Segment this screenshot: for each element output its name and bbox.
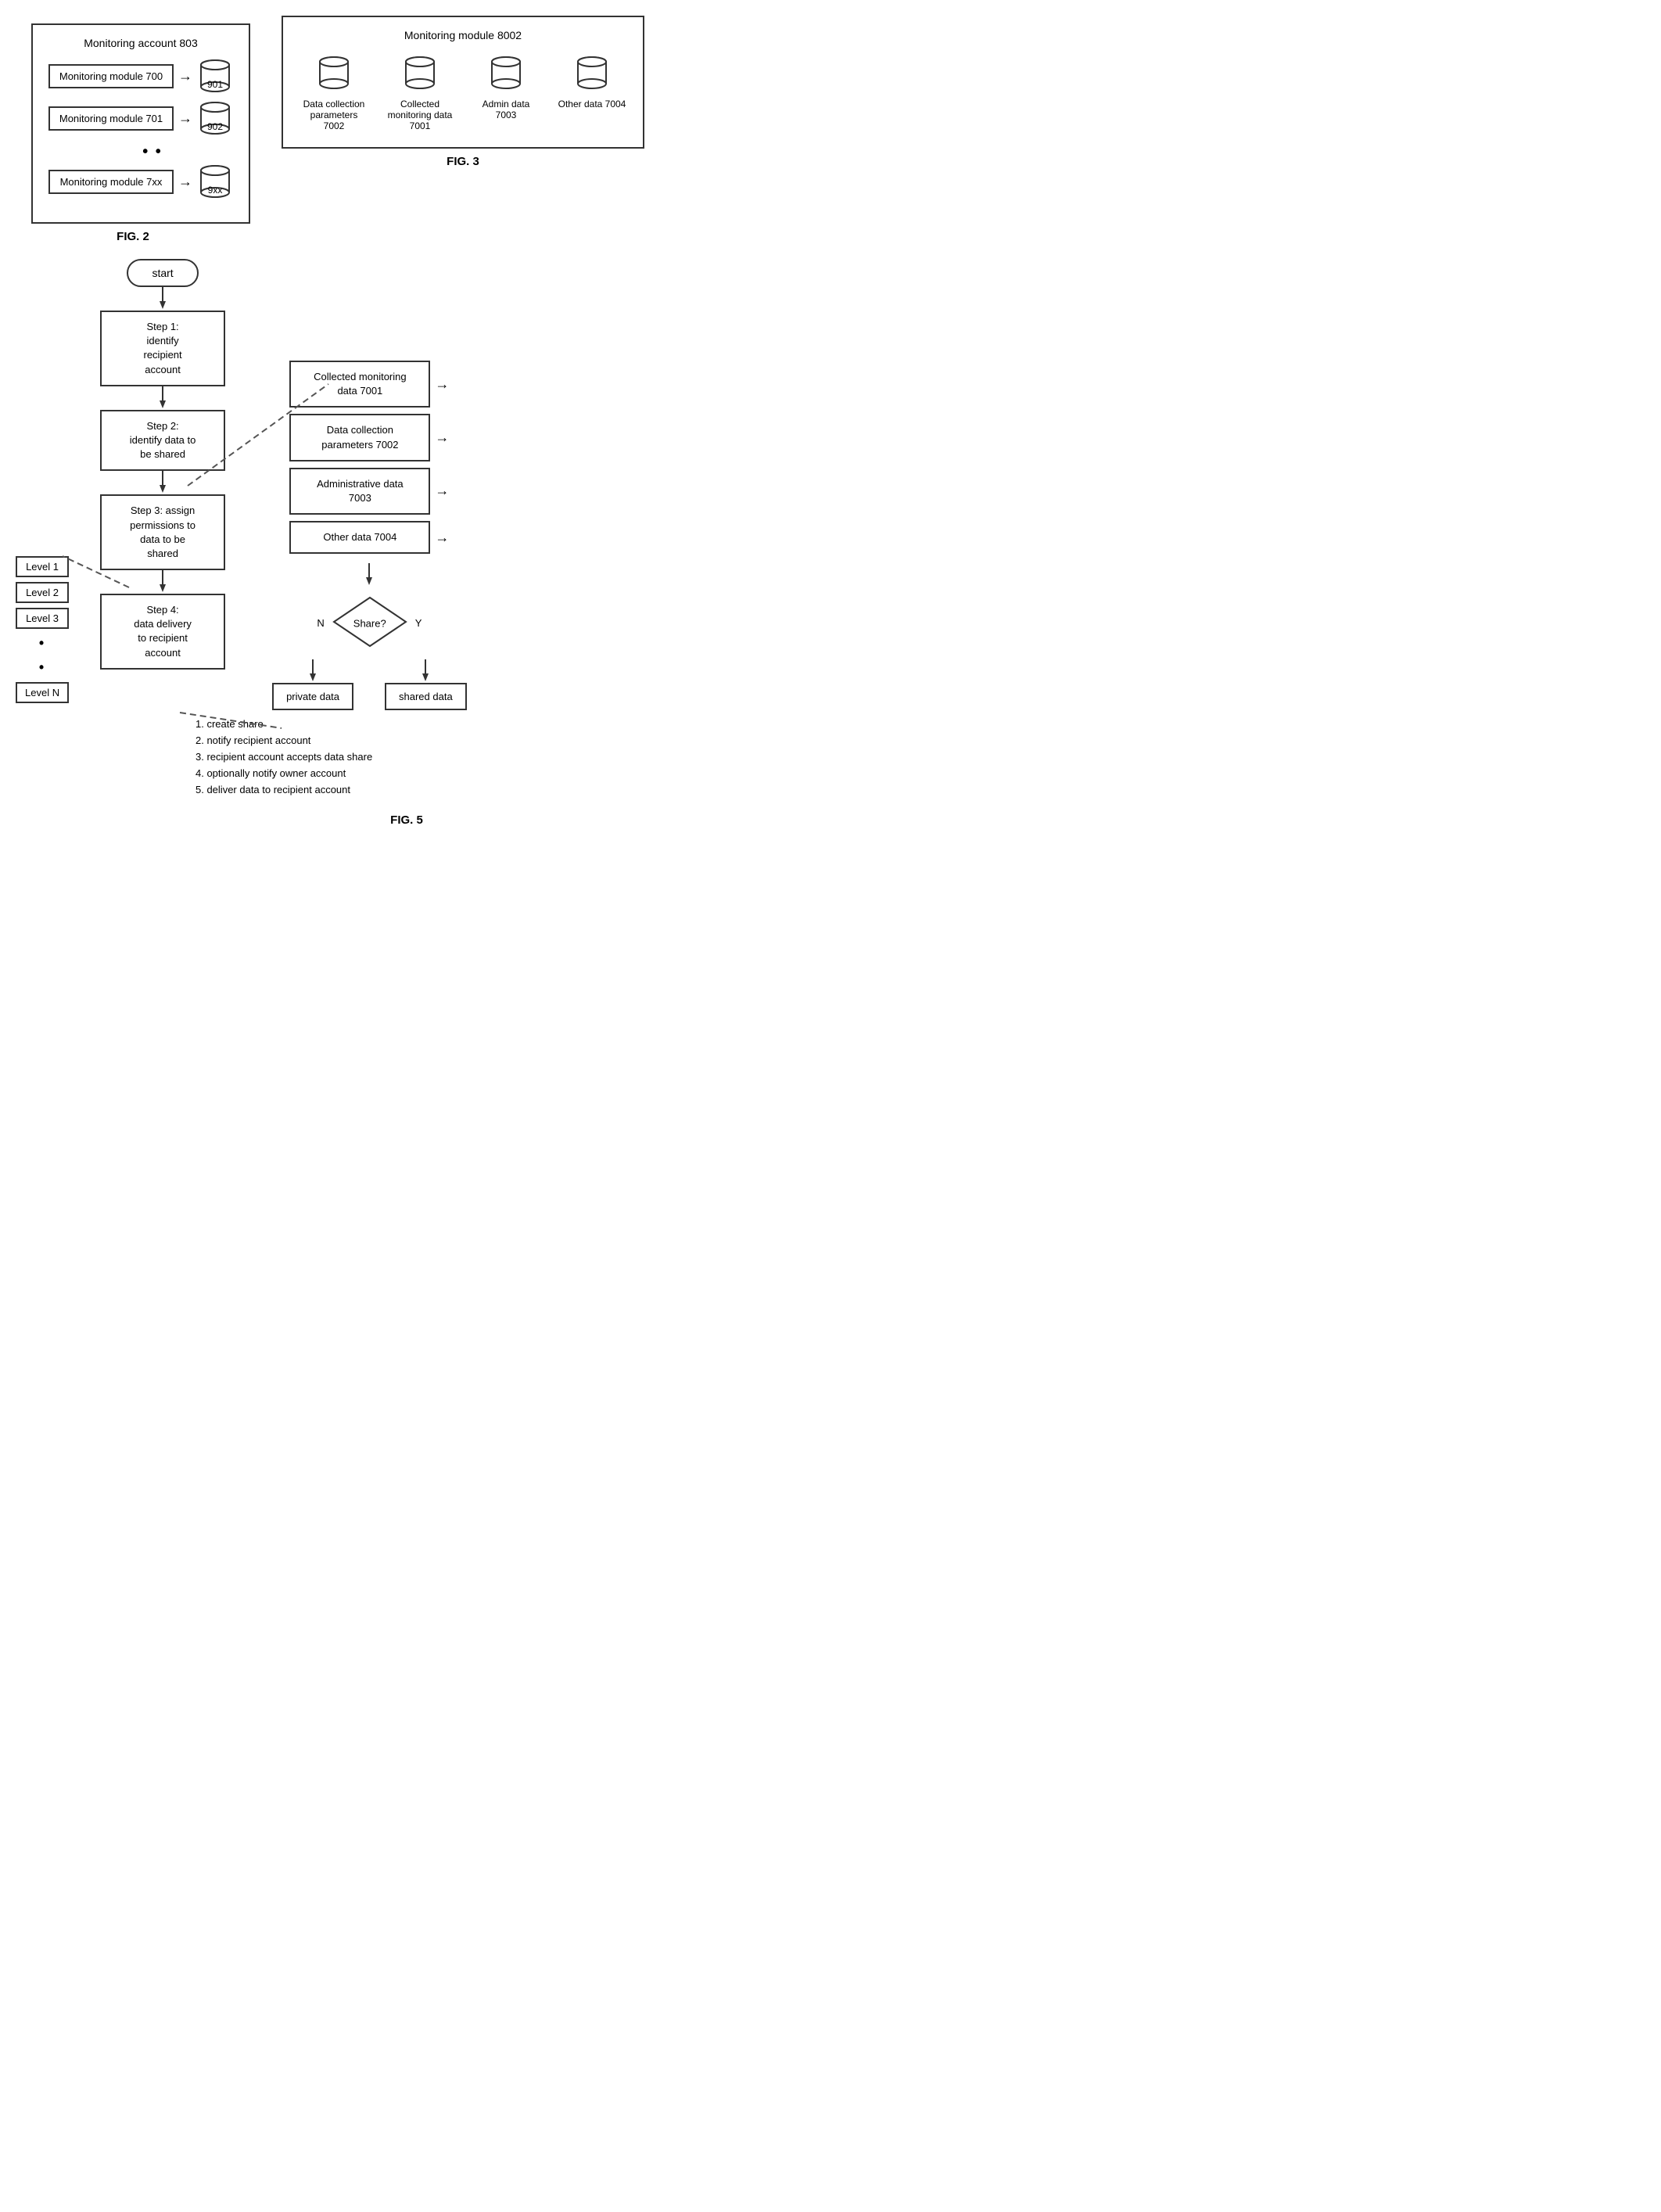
fig3-item-0: Data collection parameters 7002 (299, 56, 369, 131)
module-row-0: Monitoring module 700→ 901 (48, 59, 233, 93)
fig3-label: FIG. 3 (282, 155, 644, 168)
fig3-item-label-0: Data collection parameters 7002 (299, 99, 369, 131)
n-label: N (317, 617, 324, 629)
data-type-row-0: Collected monitoring data 7001 → (289, 361, 449, 408)
module-box-1: Monitoring module 701 (48, 106, 174, 131)
data-type-box-2: Administrative data 7003 (289, 468, 430, 515)
fig2-section: Monitoring account 803 Monitoring module… (16, 16, 250, 243)
module-box-2: Monitoring module 7xx (48, 170, 174, 194)
levels-column: Level 1 Level 2 Level 3 • • Level N (16, 556, 69, 703)
levels-dots: • (16, 635, 69, 652)
fig2-label: FIG. 2 (16, 230, 250, 243)
fig3-cylinder-0 (316, 56, 352, 92)
center-flow: start Step 1: identify recipient account… (100, 259, 225, 670)
step4-box: Step 4: data delivery to recipient accou… (100, 594, 225, 670)
cylinder-9xx: 9xx (197, 164, 233, 199)
outcomes-row: private data shared data (272, 659, 467, 710)
step2-box: Step 2: identify data to be shared (100, 410, 225, 472)
fig3-title: Monitoring module 8002 (299, 29, 627, 41)
diamond-container: N Share? Y (317, 594, 422, 652)
data-type-row-2: Administrative data 7003 → (289, 468, 449, 515)
fig3-items: Data collection parameters 7002 Collecte… (299, 56, 627, 131)
fig2-monitoring-account-title: Monitoring account 803 (48, 37, 233, 49)
data-boxes: Collected monitoring data 7001→Data coll… (289, 361, 449, 560)
module-row-1: Monitoring module 701→ 902 (48, 101, 233, 135)
level-box-2: Level 3 (16, 608, 69, 629)
data-arrow-0: → (435, 376, 449, 393)
cylinder-902: 902 (197, 101, 233, 135)
data-type-box-1: Data collection parameters 7002 (289, 414, 430, 461)
delivery-note-wrap: 1. create share2. notify recipient accou… (196, 716, 688, 798)
y-label: Y (415, 617, 422, 629)
top-section: Monitoring account 803 Monitoring module… (16, 16, 688, 243)
fig3-item-1: Collected monitoring data 7001 (385, 56, 455, 131)
delivery-step-5: 5. deliver data to recipient account (196, 782, 688, 799)
fig3-item-label-3: Other data 7004 (558, 99, 626, 110)
dots-separator: • • (72, 143, 233, 161)
module-row-2: Monitoring module 7xx→ 9xx (48, 164, 233, 199)
shared-data-box: shared data (385, 683, 467, 710)
data-arrow-3: → (435, 530, 449, 546)
delivery-step-4: 4. optionally notify owner account (196, 766, 688, 782)
module-box-0: Monitoring module 700 (48, 64, 174, 88)
level-box-0: Level 1 (16, 556, 69, 577)
data-type-row-1: Data collection parameters 7002 → (289, 414, 449, 461)
level-box-3: Level N (16, 682, 69, 703)
delivery-step-2: 2. notify recipient account (196, 733, 688, 749)
fig5-label: FIG. 5 (125, 813, 688, 827)
fig3-cylinder-2 (488, 56, 524, 92)
fig3-item-3: Other data 7004 (557, 56, 627, 110)
fig5-layout: Level 1 Level 2 Level 3 • • Level N start Ste… (16, 259, 688, 710)
fig2-modules: Monitoring module 700→ 901Monitoring mod… (48, 59, 233, 199)
arrow-icon-0: → (178, 68, 192, 84)
fig3-cylinder-1 (402, 56, 438, 92)
start-oval: start (127, 259, 198, 287)
fig5-section: Level 1 Level 2 Level 3 • • Level N start Ste… (16, 259, 688, 827)
delivery-note: 1. create share2. notify recipient accou… (196, 716, 688, 798)
fig5-wrap: Level 1 Level 2 Level 3 • • Level N start Ste… (16, 259, 688, 798)
right-flow: Collected monitoring data 7001→Data coll… (272, 361, 467, 710)
fig3-container: Monitoring module 8002 Data collection p… (282, 16, 644, 149)
arrow-icon-2: → (178, 174, 192, 190)
delivery-step-1: 1. create share (196, 716, 688, 733)
private-data-box: private data (272, 683, 353, 710)
arrow-icon-1: → (178, 110, 192, 127)
data-type-box-3: Other data 7004 (289, 521, 430, 554)
delivery-step-3: 3. recipient account accepts data share (196, 749, 688, 766)
fig2-container: Monitoring account 803 Monitoring module… (31, 23, 250, 224)
cylinder-901: 901 (197, 59, 233, 93)
fig3-item-2: Admin data 7003 (471, 56, 541, 120)
diamond-wrap: Share? (331, 594, 409, 652)
level-box-1: Level 2 (16, 582, 69, 603)
step3-box: Step 3: assign permissions to data to be… (100, 494, 225, 570)
step1-box: Step 1: identify recipient account (100, 311, 225, 386)
diamond-label: Share? (353, 617, 386, 629)
fig3-item-label-2: Admin data 7003 (471, 99, 541, 120)
data-type-row-3: Other data 7004 → (289, 521, 449, 554)
data-arrow-1: → (435, 429, 449, 446)
private-outcome: private data (272, 659, 353, 710)
levels-dots-2: • (16, 659, 69, 676)
shared-outcome: shared data (385, 659, 467, 710)
fig3-cylinder-3 (574, 56, 610, 92)
fig3-item-label-1: Collected monitoring data 7001 (385, 99, 455, 131)
data-arrow-2: → (435, 483, 449, 499)
data-type-box-0: Collected monitoring data 7001 (289, 361, 430, 408)
fig3-section: Monitoring module 8002 Data collection p… (282, 16, 644, 168)
flow-left: Level 1 Level 2 Level 3 • • Level N start Ste… (16, 259, 225, 703)
